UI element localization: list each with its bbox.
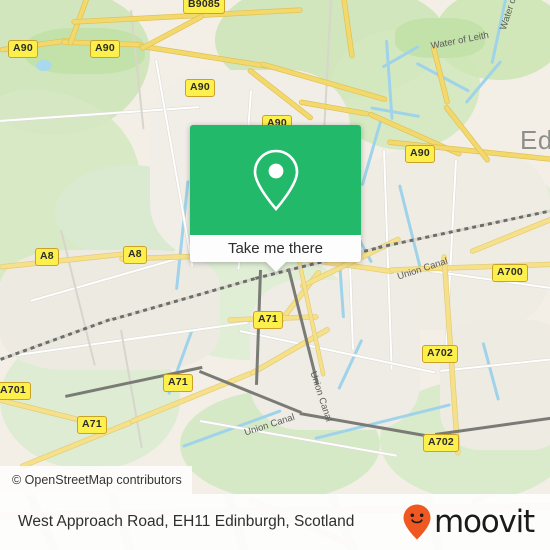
map-pin-icon [253,149,298,211]
road-shield-b9085: B9085 [183,0,225,14]
urban-area [250,280,420,430]
road-shield-a8: A8 [123,246,147,264]
moovit-logo[interactable]: moovit [402,503,535,541]
moovit-wordmark: moovit [433,503,535,540]
footer-bar: West Approach Road, EH11 Edinburgh, Scot… [0,494,550,550]
location-address: West Approach Road, EH11 Edinburgh, Scot… [18,513,355,530]
take-me-there-label: Take me there [227,240,324,257]
callout-pointer [266,262,286,272]
road-shield-a71: A71 [163,374,193,392]
road-shield-a71: A71 [77,416,107,434]
road-shield-a701: A701 [0,382,31,400]
attribution-text: © OpenStreetMap contributors [12,473,182,487]
location-callout-card[interactable]: Take me there [190,125,361,272]
moovit-map-screenshot: Edi A90A90A90A90A90B9085A8A8A700A71A702A… [0,0,550,550]
road-shield-a8: A8 [35,248,59,266]
road-shield-a90: A90 [405,145,435,163]
road-shield-a90: A90 [8,40,38,58]
road-shield-a90: A90 [90,40,120,58]
callout-header [190,125,361,235]
map-attribution[interactable]: © OpenStreetMap contributors [0,466,192,494]
city-label-edinburgh: Edi [520,125,550,155]
moovit-pin-smile-icon [403,504,431,540]
road-shield-a702: A702 [422,345,458,363]
take-me-there-button[interactable]: Take me there [190,235,361,262]
pond [36,60,52,71]
road-shield-a71: A71 [253,311,283,329]
road-shield-a700: A700 [492,264,528,282]
map-canvas[interactable]: Edi A90A90A90A90A90B9085A8A8A700A71A702A… [0,0,550,494]
road-shield-a90: A90 [185,79,215,97]
road-shield-a702: A702 [423,434,459,452]
